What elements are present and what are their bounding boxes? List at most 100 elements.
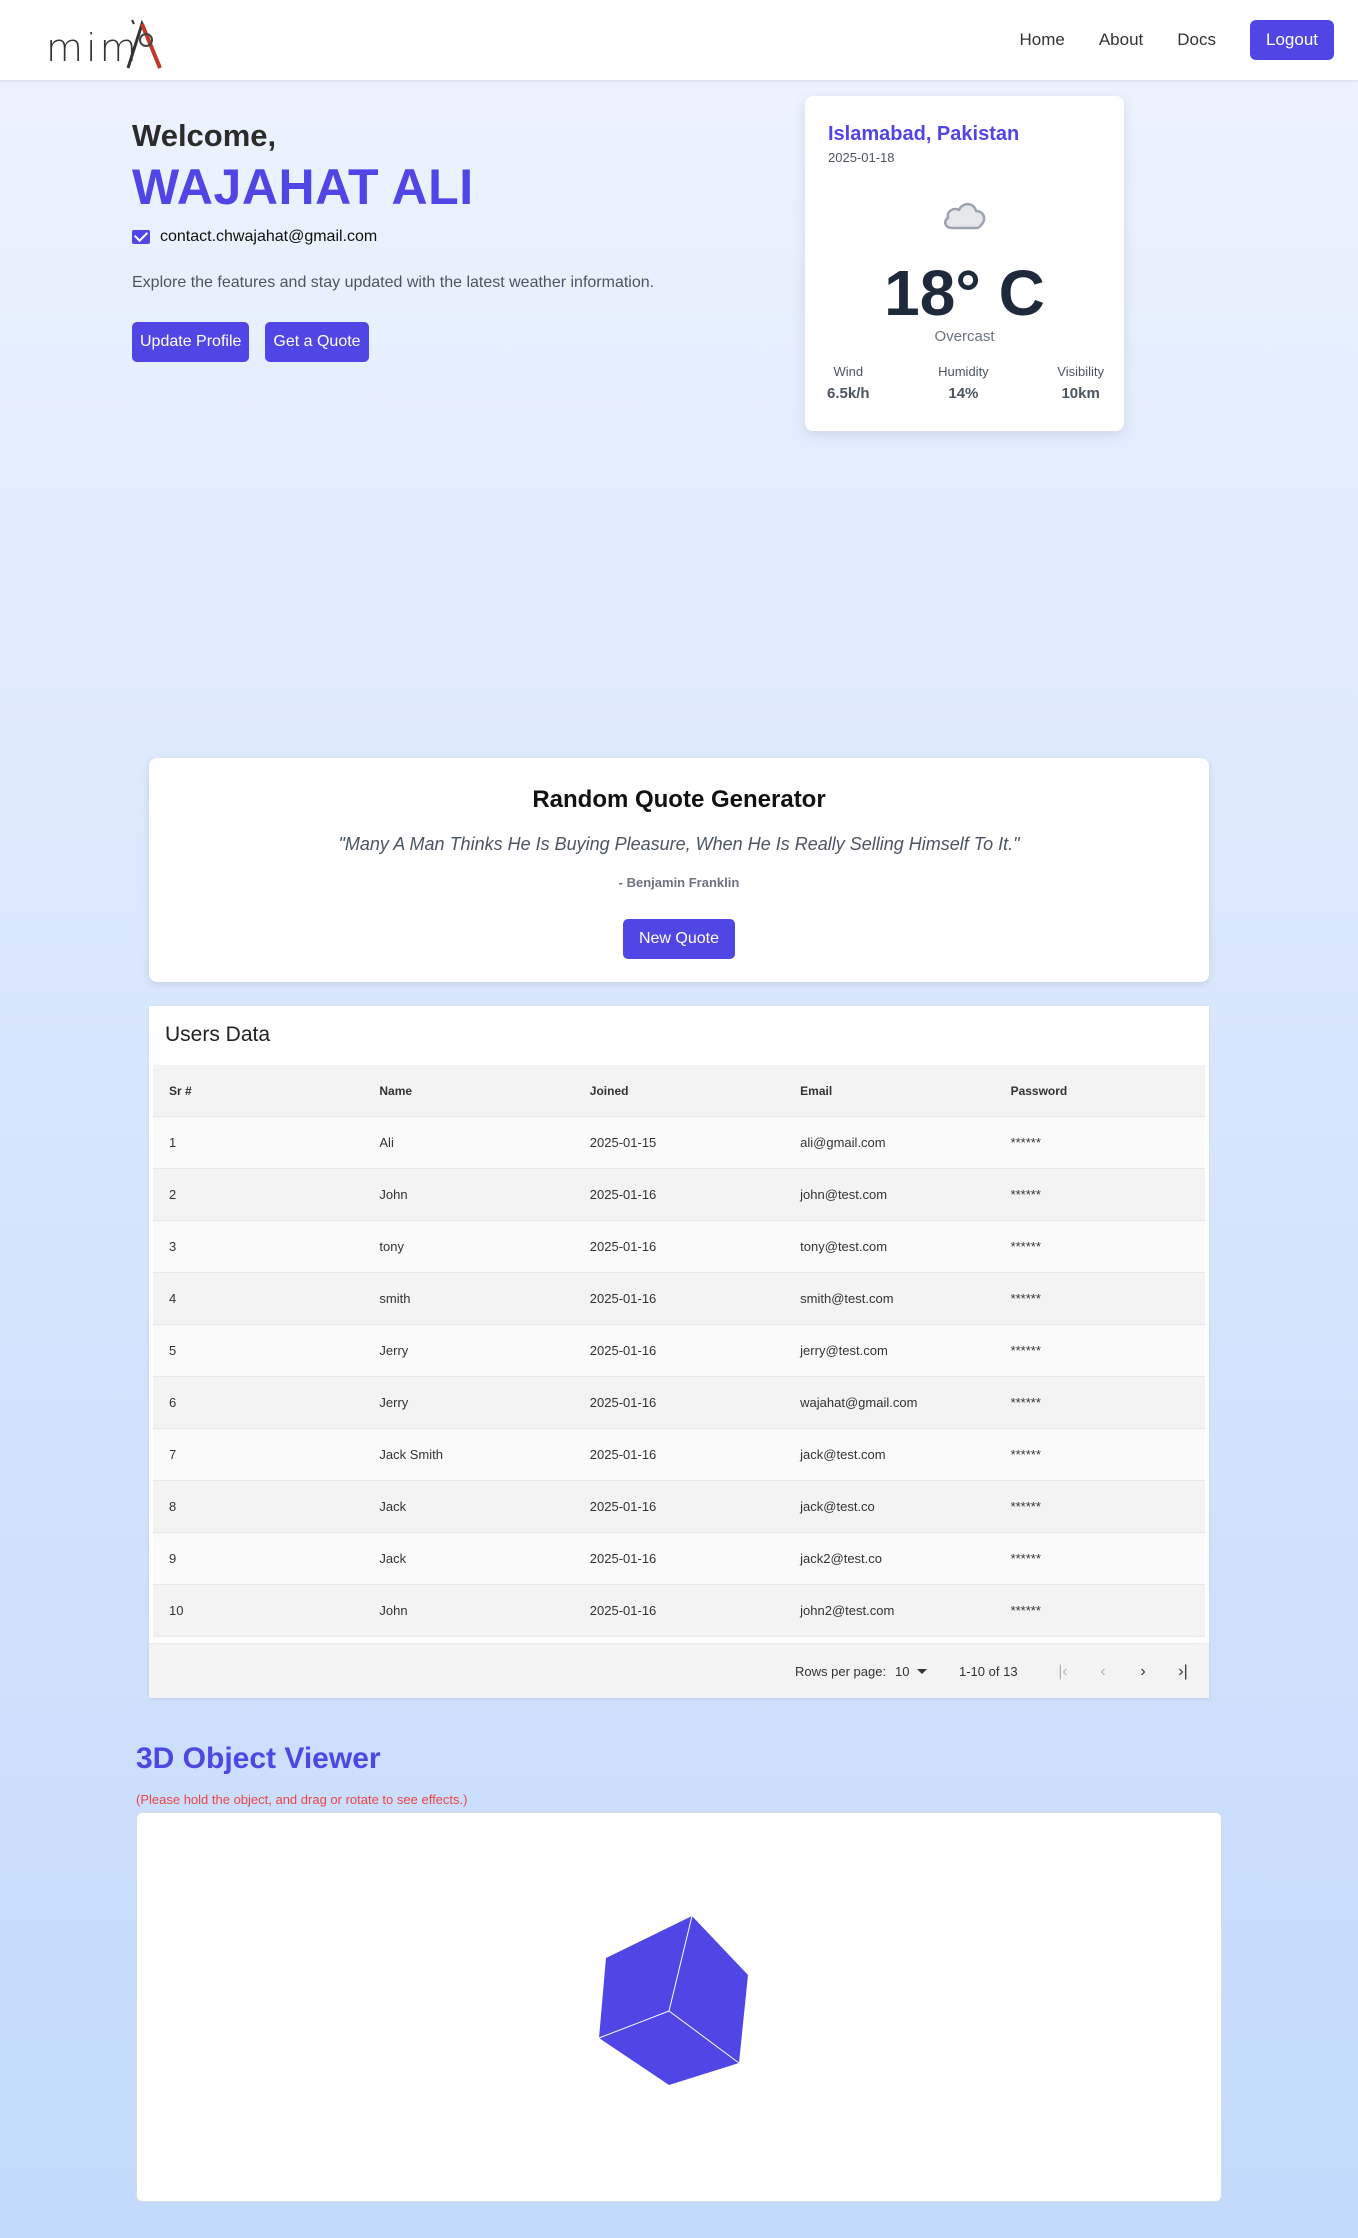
table-cell: jack2@test.co — [800, 1551, 883, 1566]
table-cell: wajahat@gmail.com — [800, 1395, 918, 1410]
table-cell: 2025-01-16 — [589, 1395, 657, 1410]
column-header[interactable]: Joined — [574, 1084, 784, 1098]
first-page-icon[interactable]: |‹ — [1049, 1658, 1077, 1686]
last-page-icon[interactable]: ›| — [1169, 1658, 1197, 1686]
table-cell: ****** — [1010, 1239, 1041, 1254]
weather-stat-label: Humidity — [938, 364, 989, 379]
table-cell: 5 — [169, 1343, 177, 1358]
logout-button[interactable]: Logout — [1250, 20, 1334, 60]
table-cell: Jack — [379, 1499, 407, 1514]
table-header-row: Sr # Name Joined Email Password — [153, 1065, 1205, 1117]
nav-docs-link[interactable]: Docs — [1177, 30, 1216, 50]
update-profile-button[interactable]: Update Profile — [132, 322, 250, 362]
logo-a-mark-icon — [126, 19, 162, 69]
weather-stat-label: Wind — [833, 364, 864, 379]
table-cell: 2025-01-16 — [589, 1239, 657, 1254]
table-row[interactable]: 4 smith 2025-01-16 smith@test.com ****** — [153, 1273, 1205, 1325]
table-cell: john@test.com — [800, 1187, 888, 1202]
users-table: Sr # Name Joined Email Password 1 Ali 2025… — [153, 1065, 1205, 1637]
table-cell: ****** — [1010, 1551, 1041, 1566]
table-cell: john2@test.com — [800, 1603, 895, 1618]
caret-down-icon[interactable] — [917, 1669, 927, 1674]
user-email-row: contact.chwajahat@gmail.com — [132, 228, 712, 246]
main-nav: Home About Docs Logout — [1019, 20, 1334, 60]
quote-title: Random Quote Generator — [532, 786, 826, 813]
table-cell: jack@test.co — [800, 1499, 875, 1514]
user-email: contact.chwajahat@gmail.com — [160, 228, 378, 245]
table-cell: 2025-01-16 — [589, 1187, 657, 1202]
nav-home-link[interactable]: Home — [1019, 30, 1064, 50]
welcome-tagline: Explore the features and stay updated wi… — [132, 274, 655, 291]
weather-condition: Overcast — [934, 328, 995, 345]
pagination-range: 1-10 of 13 — [959, 1664, 1018, 1679]
table-cell: 2025-01-16 — [589, 1499, 657, 1514]
table-cell: 2025-01-15 — [589, 1135, 657, 1150]
weather-stat-label: Visibility — [1057, 364, 1104, 379]
table-cell: jerry@test.com — [800, 1343, 888, 1358]
welcome-actions: Update Profile Get a Quote — [132, 322, 712, 362]
table-cell: tony — [379, 1239, 404, 1254]
3d-viewer-canvas[interactable] — [136, 1812, 1222, 2202]
new-quote-button[interactable]: New Quote — [623, 919, 735, 959]
rows-per-page-select[interactable]: 10 — [895, 1664, 909, 1679]
table-row[interactable]: 8 Jack 2025-01-16 jack@test.co ****** — [153, 1481, 1205, 1533]
weather-city: Islamabad, Pakistan — [828, 123, 1020, 145]
table-row[interactable]: 2 John 2025-01-16 john@test.com ****** — [153, 1169, 1205, 1221]
rows-per-page-label: Rows per page: — [795, 1664, 887, 1679]
weather-stat-value: 14% — [948, 385, 979, 402]
column-header[interactable]: Email — [784, 1084, 994, 1098]
table-cell: Jack Smith — [379, 1447, 443, 1462]
table-cell: 9 — [169, 1551, 177, 1566]
site-logo[interactable]: mim — [46, 18, 166, 72]
table-row[interactable]: 6 Jerry 2025-01-16 wajahat@gmail.com ****** — [153, 1377, 1205, 1429]
table-cell: 2 — [169, 1187, 177, 1202]
table-row[interactable]: 9 Jack 2025-01-16 jack2@test.co ****** — [153, 1533, 1205, 1585]
get-quote-button[interactable]: Get a Quote — [265, 322, 369, 362]
table-cell: 2025-01-16 — [589, 1343, 657, 1358]
previous-page-icon[interactable]: ‹ — [1089, 1658, 1117, 1686]
weather-date: 2025-01-18 — [828, 150, 895, 165]
table-row[interactable]: 10 John 2025-01-16 john2@test.com ****** — [153, 1585, 1205, 1637]
table-cell: ****** — [1010, 1447, 1041, 1462]
column-header[interactable]: Sr # — [153, 1084, 363, 1098]
table-row[interactable]: 7 Jack Smith 2025-01-16 jack@test.com ****** — [153, 1429, 1205, 1481]
table-row[interactable]: 3 tony 2025-01-16 tony@test.com ****** — [153, 1221, 1205, 1273]
table-row[interactable]: 5 Jerry 2025-01-16 jerry@test.com ****** — [153, 1325, 1205, 1377]
table-cell: smith@test.com — [800, 1291, 894, 1306]
table-cell: 2025-01-16 — [589, 1603, 657, 1618]
viewer-title: 3D Object Viewer — [136, 1742, 381, 1775]
table-cell: smith — [379, 1291, 411, 1306]
table-cell: 4 — [169, 1291, 177, 1306]
table-cell: tony@test.com — [800, 1239, 888, 1254]
top-navbar: mim Home About Docs Logout — [0, 0, 1358, 81]
table-cell: 6 — [169, 1395, 177, 1410]
column-header[interactable]: Name — [363, 1084, 573, 1098]
weather-temperature: 18° C — [884, 257, 1045, 329]
table-cell: ali@gmail.com — [800, 1135, 886, 1150]
mail-icon — [132, 230, 150, 244]
cloud-icon — [943, 202, 986, 230]
table-cell: ****** — [1010, 1291, 1041, 1306]
table-row[interactable]: 1 Ali 2025-01-15 ali@gmail.com ****** — [153, 1117, 1205, 1169]
table-cell: 8 — [169, 1499, 177, 1514]
table-cell: ****** — [1010, 1187, 1041, 1202]
viewer-hint: (Please hold the object, and drag or rot… — [136, 1792, 468, 1807]
weather-stat-wind: Wind 6.5k/h — [827, 364, 870, 402]
column-header[interactable]: Password — [995, 1084, 1205, 1098]
table-cell: ****** — [1010, 1603, 1041, 1618]
table-cell: 7 — [169, 1447, 177, 1462]
table-cell: Jerry — [379, 1343, 409, 1358]
nav-about-link[interactable]: About — [1099, 30, 1143, 50]
users-table-card: Users Data Sr # Name Joined Email Passwo… — [149, 1006, 1209, 1698]
weather-card: Islamabad, Pakistan 2025-01-18 18° C Ove… — [805, 96, 1124, 431]
table-cell: ****** — [1010, 1135, 1041, 1150]
quote-author: - Benjamin Franklin — [618, 875, 740, 890]
table-cell: jack@test.com — [800, 1447, 886, 1462]
next-page-icon[interactable]: › — [1129, 1658, 1157, 1686]
welcome-greeting: Welcome, — [132, 118, 277, 153]
weather-stat-value: 10km — [1061, 385, 1100, 402]
table-cell: 2025-01-16 — [589, 1551, 657, 1566]
table-cell: 2025-01-16 — [589, 1447, 657, 1462]
cube-3d-object[interactable] — [137, 1813, 1223, 2203]
table-cell: ****** — [1010, 1395, 1041, 1410]
